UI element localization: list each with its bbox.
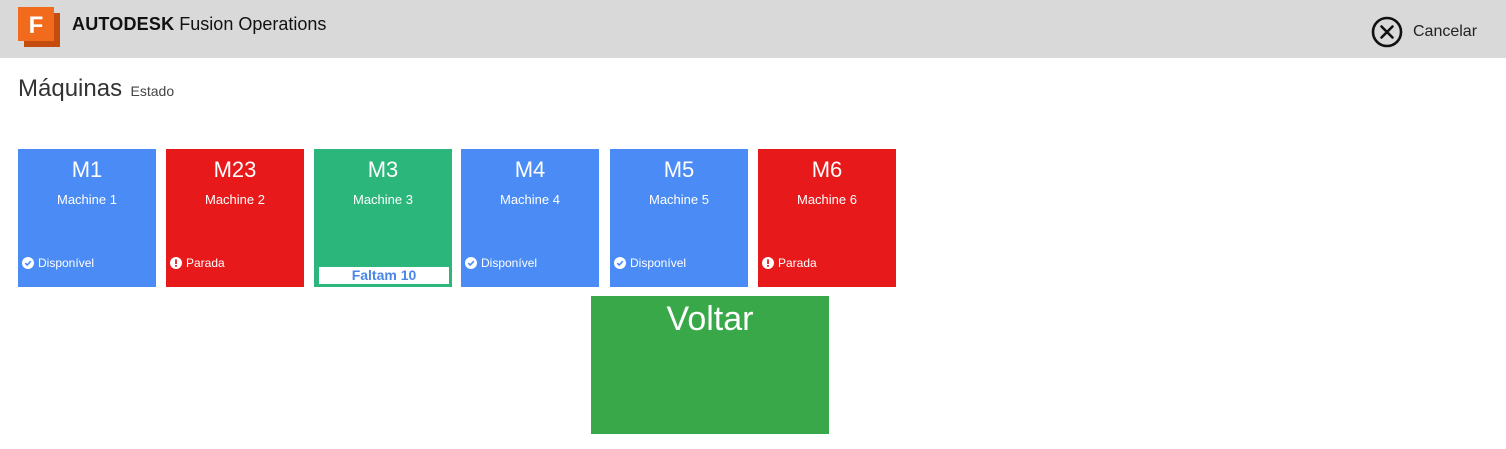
svg-text:F: F <box>29 12 44 39</box>
alert-circle-icon <box>170 257 182 269</box>
machine-status: Parada <box>762 256 817 270</box>
machine-name: Machine 6 <box>797 192 857 207</box>
machine-name: Machine 5 <box>649 192 709 207</box>
machine-status: Parada <box>170 256 225 270</box>
machine-name: Machine 3 <box>353 192 413 207</box>
alert-circle-icon <box>762 257 774 269</box>
machine-name: Machine 2 <box>205 192 265 207</box>
machine-tile-m5[interactable]: M5 Machine 5 Disponível <box>610 149 748 287</box>
machine-status-label: Parada <box>778 256 817 270</box>
check-circle-icon <box>22 257 34 269</box>
check-circle-icon <box>465 257 477 269</box>
machine-status-label: Disponível <box>38 256 95 270</box>
machine-code: M23 <box>213 157 257 182</box>
product-name: Fusion Operations <box>179 14 327 34</box>
machine-code: M1 <box>71 157 103 182</box>
machine-status: Disponível <box>614 256 686 270</box>
machine-name: Machine 4 <box>500 192 560 207</box>
machine-tile-m4[interactable]: M4 Machine 4 Disponível <box>461 149 599 287</box>
machine-tile-m3[interactable]: M3 Machine 3 Faltam 10 <box>314 149 452 287</box>
app-brand: AUTODESK Fusion Operations <box>72 14 326 35</box>
machine-status-label: Parada <box>186 256 225 270</box>
machine-tile-m23[interactable]: M23 Machine 2 Parada <box>166 149 304 287</box>
cancel-button[interactable]: Cancelar <box>1371 16 1477 48</box>
machine-name: Machine 1 <box>57 192 117 207</box>
cancel-label: Cancelar <box>1413 23 1478 40</box>
close-circle-icon <box>1371 16 1403 48</box>
check-circle-icon <box>614 257 626 269</box>
fusion-logo-icon: F <box>18 7 60 47</box>
machine-code: M4 <box>514 157 546 182</box>
page-title: Máquinas Estado <box>18 75 174 103</box>
app-header: F AUTODESK Fusion Operations Cancelar <box>0 0 1506 58</box>
machine-status-label: Disponível <box>481 256 538 270</box>
brand-name: AUTODESK <box>72 14 175 34</box>
machine-code: M5 <box>663 157 695 182</box>
machine-code: M3 <box>367 157 399 182</box>
machine-status: Disponível <box>22 256 94 270</box>
page-subtitle: Estado <box>130 83 175 99</box>
machine-tile-m1[interactable]: M1 Machine 1 Disponível <box>18 149 156 287</box>
machine-status: Disponível <box>465 256 537 270</box>
machine-tile-m6[interactable]: M6 Machine 6 Parada <box>758 149 896 287</box>
machine-code: M6 <box>811 157 843 182</box>
machine-status-label: Disponível <box>630 256 687 270</box>
page-title-text: Máquinas <box>18 75 123 102</box>
remaining-count-badge: Faltam 10 <box>319 267 449 284</box>
back-button[interactable]: Voltar <box>591 296 829 434</box>
